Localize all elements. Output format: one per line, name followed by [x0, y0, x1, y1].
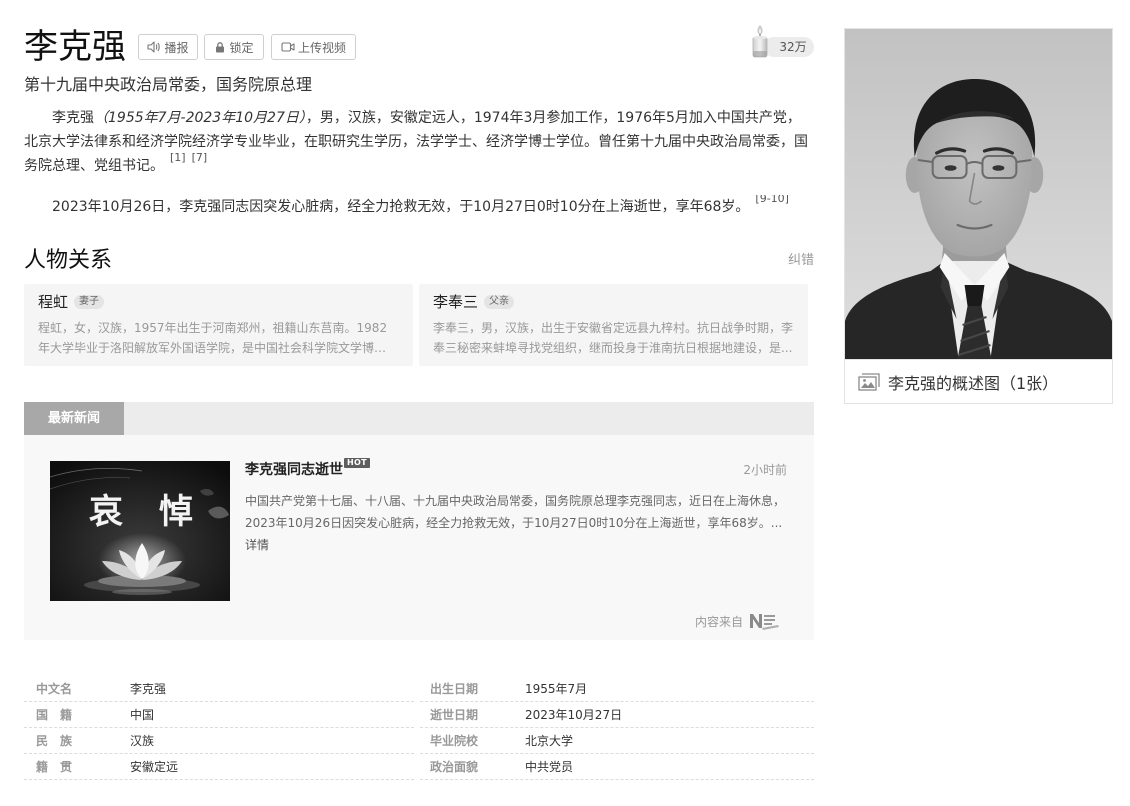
summary-death-text: 2023年10月26日，李克强同志因突发心脏病，经全力抢救无效，于10月27日0… — [52, 199, 750, 215]
relation-description: 程虹，女，汉族，1957年出生于河南郑州，祖籍山东莒南。1982年大学毕业于洛阳… — [38, 321, 388, 355]
relation-card-wife[interactable]: 程虹 妻子 程虹，女，汉族，1957年出生于河南郑州，祖籍山东莒南。1982年大… — [24, 284, 413, 366]
summary-dates: （1955年7月-2023年10月27日） — [94, 110, 306, 126]
info-row: 逝世日期 2023年10月27日 — [420, 702, 814, 728]
info-value: 1955年7月 — [525, 682, 588, 696]
news-source-label: 内容来自 — [694, 614, 743, 629]
relation-name: 李奉三 — [433, 293, 479, 311]
news-item: 哀 悼 李克强同志逝世 HOT 2小时前 中国共产党第十七届、十八届、十九届中央… — [24, 435, 814, 640]
relation-tag: 父亲 — [484, 295, 515, 309]
image-icon — [858, 372, 880, 391]
lock-label: 锁定 — [229, 40, 254, 55]
light-candle-button[interactable]: 32万 — [748, 24, 814, 58]
summary-paragraph-1: 李克强（1955年7月-2023年10月27日），男，汉族，安徽定远人，1974… — [24, 106, 814, 178]
info-row: 籍 贯 安徽定远 — [24, 754, 414, 780]
news-details-link[interactable]: 详情 — [245, 538, 269, 552]
speaker-icon — [147, 41, 161, 53]
basic-info-left-column: 中文名 李克强 国 籍 中国 民 族 汉族 籍 贯 安徽定远 — [24, 676, 414, 780]
lemma-subtitle: 第十九届中央政治局常委，国务院原总理 — [24, 75, 313, 94]
news-summary: 中国共产党第十七届、十八届、十九届中央政治局常委，国务院原总理李克强同志，近日在… — [245, 490, 787, 556]
info-value: 北京大学 — [525, 734, 574, 748]
news-header-bar: 最新新闻 — [24, 402, 814, 435]
portrait-photo[interactable] — [845, 29, 1112, 359]
info-label: 逝世日期 — [430, 708, 479, 722]
basic-info-table: 中文名 李克强 国 籍 中国 民 族 汉族 籍 贯 安徽定远 出生日期 1955年7月 逝… — [24, 676, 814, 780]
info-row: 国 籍 中国 — [24, 702, 414, 728]
baike-page: 李克强 播报 锁定 上传视频 32万 第十九届中央政治局常委，国务院原总理 李克… — [0, 0, 1130, 806]
info-value: 汉族 — [130, 734, 155, 748]
lock-icon — [214, 41, 226, 53]
album-caption-link[interactable]: 李克强的概述图（1张） — [845, 359, 1112, 403]
broadcast-button[interactable]: 播报 — [138, 34, 198, 60]
title-row: 李克强 播报 锁定 上传视频 — [24, 24, 362, 70]
reference-link[interactable]: [9-10] — [755, 195, 789, 205]
latest-news-section: 最新新闻 哀 悼 李克强同志逝世 HOT 2小时前 中国共产党第十七届、十八届、… — [24, 402, 814, 640]
info-label: 国 籍 — [36, 708, 73, 722]
info-row: 民 族 汉族 — [24, 728, 414, 754]
summary-album: 李克强的概述图（1张） — [844, 28, 1113, 404]
info-row: 毕业院校 北京大学 — [420, 728, 814, 754]
candle-count: 32万 — [764, 37, 814, 57]
info-label: 中文名 — [36, 682, 73, 696]
relation-card-father[interactable]: 李奉三 父亲 李奉三，男，汉族，出生于安徽省定远县九梓村。抗日战争时期，李奉三秘… — [419, 284, 808, 366]
tab-latest-news[interactable]: 最新新闻 — [24, 402, 124, 435]
summary-name: 李克强 — [52, 110, 94, 126]
hot-badge: HOT — [344, 458, 370, 468]
image-text-left: 哀 — [89, 492, 123, 532]
info-value: 李克强 — [130, 682, 167, 696]
news-thumbnail[interactable]: 哀 悼 — [50, 461, 230, 601]
info-row: 政治面貌 中共党员 — [420, 754, 814, 780]
main-column: 李克强 播报 锁定 上传视频 32万 第十九届中央政治局常委，国务院原总理 李克… — [24, 0, 814, 806]
info-label: 出生日期 — [430, 682, 479, 696]
page-title: 李克强 — [24, 27, 126, 67]
news-time: 2小时前 — [743, 463, 787, 477]
basic-info-right-column: 出生日期 1955年7月 逝世日期 2023年10月27日 毕业院校 北京大学 政治面… — [420, 676, 814, 780]
info-label: 政治面貌 — [430, 760, 479, 774]
broadcast-label: 播报 — [164, 40, 189, 55]
relation-name-row: 程虹 妻子 — [38, 292, 399, 312]
correction-link[interactable]: 纠错 — [788, 252, 814, 270]
reference-link[interactable]: [7] — [192, 151, 208, 164]
info-value: 2023年10月27日 — [525, 708, 623, 722]
relation-name-row: 李奉三 父亲 — [433, 292, 794, 312]
upload-video-label: 上传视频 — [297, 40, 346, 55]
info-label: 毕业院校 — [430, 734, 479, 748]
news-title-link[interactable]: 李克强同志逝世 HOT — [245, 458, 370, 480]
video-icon — [281, 41, 295, 53]
info-value: 中国 — [130, 708, 155, 722]
reference-link[interactable]: [1] — [170, 151, 186, 164]
album-caption: 李克强的概述图（1张） — [888, 373, 1059, 393]
candle-icon — [750, 24, 770, 62]
info-label: 民 族 — [36, 734, 73, 748]
info-row: 中文名 李克强 — [24, 676, 414, 702]
news-summary-text: 中国共产党第十七届、十八届、十九届中央政治局常委，国务院原总理李克强同志，近日在… — [245, 494, 786, 530]
summary-paragraph-2: 2023年10月26日，李克强同志因突发心脏病，经全力抢救无效，于10月27日0… — [24, 195, 814, 219]
info-label: 籍 贯 — [36, 760, 73, 774]
lock-button[interactable]: 锁定 — [204, 34, 264, 60]
info-row: 出生日期 1955年7月 — [420, 676, 814, 702]
image-text-right: 悼 — [159, 492, 193, 532]
info-value: 中共党员 — [525, 760, 574, 774]
relation-tag: 妻子 — [74, 295, 105, 309]
side-column: 李克强的概述图（1张） — [844, 28, 1113, 404]
relation-description: 李奉三，男，汉族，出生于安徽省定远县九梓村。抗日战争时期，李奉三秘密来蚌埠寻找党… — [433, 321, 794, 355]
relations-title: 人物关系 — [24, 248, 113, 273]
upload-video-button[interactable]: 上传视频 — [271, 34, 356, 60]
news-source-logo-icon — [743, 611, 780, 631]
news-title: 李克强同志逝世 — [245, 462, 343, 478]
info-value: 安徽定远 — [130, 760, 179, 774]
news-source: 内容来自 — [695, 611, 780, 631]
relation-name: 程虹 — [38, 293, 69, 311]
